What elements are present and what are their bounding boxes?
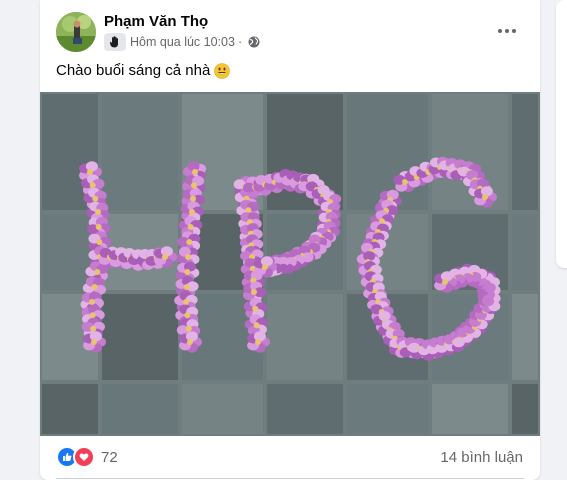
more-options-icon[interactable] <box>490 16 524 46</box>
paving-tile <box>512 384 538 434</box>
feed-background <box>0 0 38 480</box>
paving-tile <box>102 384 178 434</box>
reaction-count: 72 <box>101 448 118 466</box>
paving-tile <box>42 384 98 434</box>
paving-tile <box>102 294 178 380</box>
globe-icon[interactable] <box>248 36 260 48</box>
author-name[interactable]: Phạm Văn Thọ <box>104 13 208 30</box>
post-time[interactable]: Hôm qua lúc 10:03 <box>130 35 235 49</box>
paving-tile <box>512 294 538 380</box>
love-icon <box>73 446 95 468</box>
action-divider <box>56 478 524 479</box>
smiling-face-emoji-icon <box>214 62 231 79</box>
post-text: Chào buổi sáng cả nhà <box>56 62 231 79</box>
paving-tile <box>267 294 343 380</box>
flower-letters-image <box>40 92 540 436</box>
author-avatar[interactable] <box>56 12 96 52</box>
comment-count-link[interactable]: 14 bình luận <box>440 449 523 466</box>
paving-tile <box>512 214 538 290</box>
post-message: Chào buổi sáng cả nhà <box>56 62 211 79</box>
meta-separator: · <box>237 35 243 49</box>
adjacent-card <box>556 0 567 268</box>
reaction-summary[interactable]: 72 <box>56 446 118 468</box>
post-card: Phạm Văn Thọ Hôm qua lúc 10:03 · Chào bu… <box>40 0 540 480</box>
hand-wave-icon[interactable] <box>104 33 126 51</box>
paving-tile <box>267 384 343 434</box>
post-photo[interactable] <box>40 92 540 436</box>
paving-tile <box>182 384 263 434</box>
paving-tile <box>432 384 508 434</box>
paving-tile <box>347 384 428 434</box>
paving-tile <box>102 94 178 210</box>
paving-tile <box>512 94 538 210</box>
post-meta: Hôm qua lúc 10:03 · <box>104 33 260 51</box>
